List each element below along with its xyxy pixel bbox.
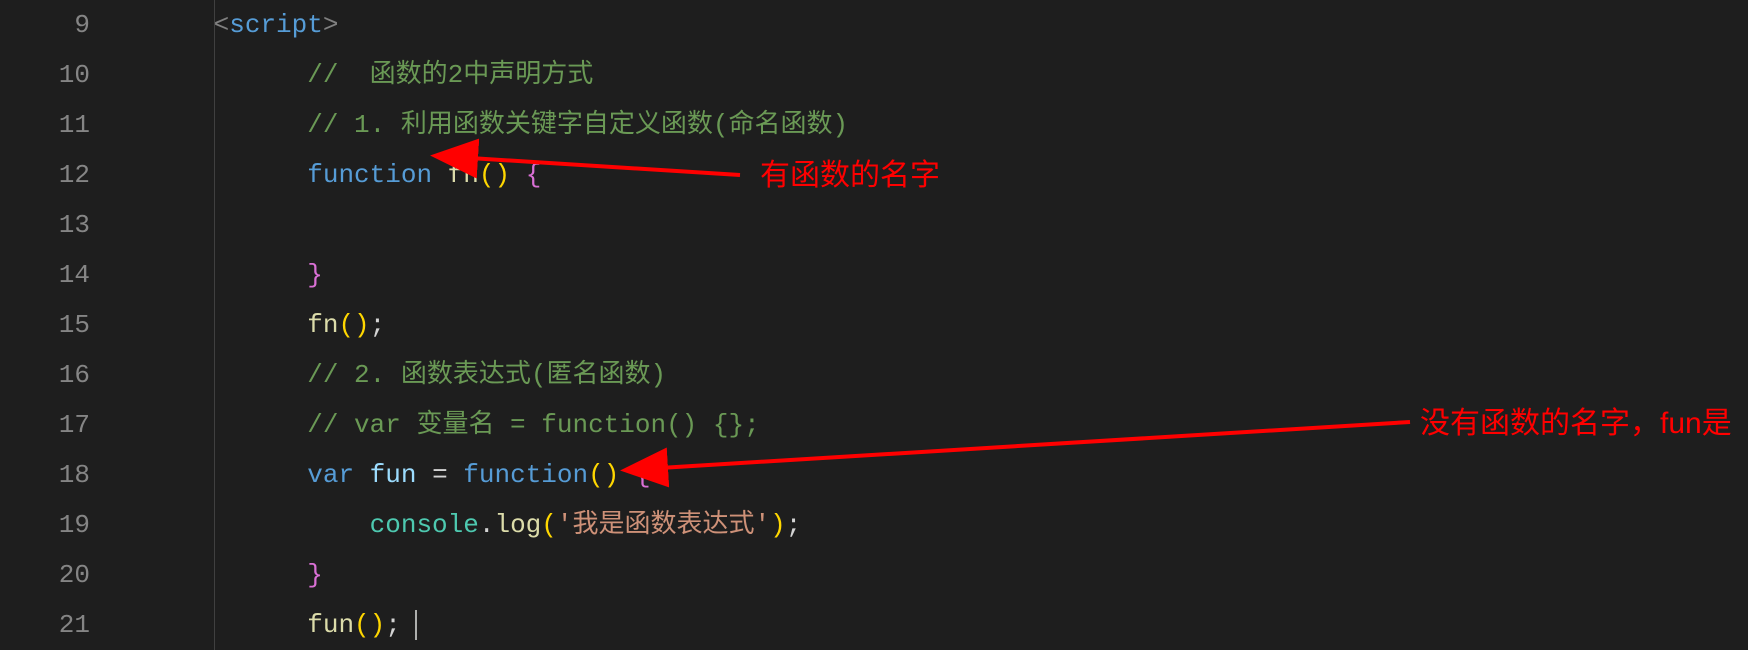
- code-line[interactable]: <script>: [120, 0, 1748, 50]
- line-number: 9: [0, 0, 90, 50]
- function-call: fun: [307, 610, 354, 640]
- variable-name: fun: [370, 460, 417, 490]
- paren-open: (: [541, 510, 557, 540]
- parentheses: (): [479, 160, 510, 190]
- tag-name: script: [229, 10, 323, 40]
- function-call: fn: [307, 310, 338, 340]
- object-console: console: [370, 510, 479, 540]
- function-name: fn: [448, 160, 479, 190]
- line-number: 10: [0, 50, 90, 100]
- tag-close: >: [323, 10, 339, 40]
- code-line[interactable]: // 2. 函数表达式(匿名函数): [120, 350, 1748, 400]
- code-line[interactable]: }: [120, 250, 1748, 300]
- semicolon: ;: [370, 310, 386, 340]
- code-line[interactable]: // 1. 利用函数关键字自定义函数(命名函数): [120, 100, 1748, 150]
- code-line[interactable]: var fun = function() {: [120, 450, 1748, 500]
- line-number: 20: [0, 550, 90, 600]
- code-line[interactable]: console.log('我是函数表达式');: [120, 500, 1748, 550]
- line-number: 17: [0, 400, 90, 450]
- parentheses: (): [588, 460, 619, 490]
- code-line[interactable]: [120, 200, 1748, 250]
- line-number: 13: [0, 200, 90, 250]
- keyword-function: function: [307, 160, 432, 190]
- keyword-var: var: [307, 460, 354, 490]
- comment: // 2. 函数表达式(匿名函数): [307, 360, 666, 390]
- brace: {: [526, 160, 542, 190]
- paren-close: ): [770, 510, 786, 540]
- line-number: 18: [0, 450, 90, 500]
- keyword-function: function: [463, 460, 588, 490]
- code-line[interactable]: // 函数的2中声明方式: [120, 50, 1748, 100]
- brace: }: [307, 560, 323, 590]
- code-line[interactable]: }: [120, 550, 1748, 600]
- code-area[interactable]: <script> // 函数的2中声明方式 // 1. 利用函数关键字自定义函数…: [120, 0, 1748, 650]
- semicolon: ;: [786, 510, 802, 540]
- code-line[interactable]: function fn() {: [120, 150, 1748, 200]
- line-number: 19: [0, 500, 90, 550]
- string-literal: '我是函数表达式': [557, 510, 770, 540]
- parentheses: (): [338, 310, 369, 340]
- line-number: 15: [0, 300, 90, 350]
- line-number-gutter: 9 10 11 12 13 14 15 16 17 18 19 20 21: [0, 0, 120, 650]
- equals: =: [432, 460, 448, 490]
- line-number: 14: [0, 250, 90, 300]
- line-number: 21: [0, 600, 90, 650]
- comment: // 函数的2中声明方式: [307, 60, 593, 90]
- semicolon: ;: [385, 610, 401, 640]
- code-line[interactable]: fun();: [120, 600, 1748, 650]
- line-number: 12: [0, 150, 90, 200]
- line-number: 11: [0, 100, 90, 150]
- brace: }: [307, 260, 323, 290]
- tag-open: <: [214, 10, 230, 40]
- dot: .: [479, 510, 495, 540]
- brace: {: [635, 460, 651, 490]
- text-cursor: [415, 610, 417, 640]
- comment: // var 变量名 = function() {};: [307, 410, 759, 440]
- parentheses: (): [354, 610, 385, 640]
- method-log: log: [494, 510, 541, 540]
- code-editor[interactable]: 9 10 11 12 13 14 15 16 17 18 19 20 21 <s…: [0, 0, 1748, 650]
- line-number: 16: [0, 350, 90, 400]
- comment: // 1. 利用函数关键字自定义函数(命名函数): [307, 110, 848, 140]
- code-line[interactable]: fn();: [120, 300, 1748, 350]
- code-line[interactable]: // var 变量名 = function() {};: [120, 400, 1748, 450]
